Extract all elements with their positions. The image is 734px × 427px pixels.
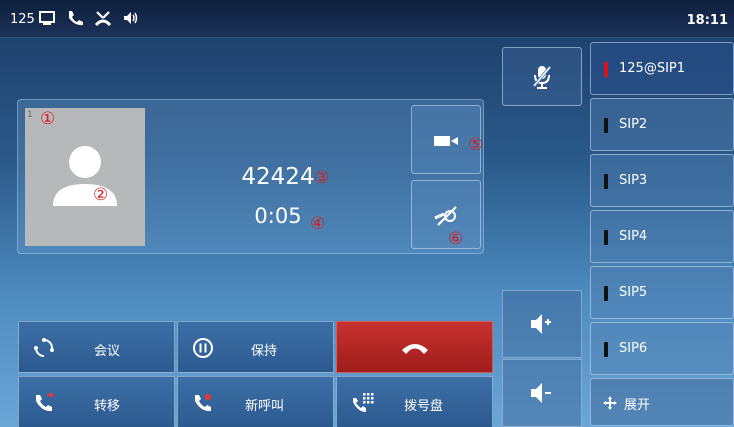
missed-call-icon [94, 11, 112, 27]
phone-handset-off-icon [39, 11, 55, 25]
callout-marker-5: ⑤ [468, 135, 484, 155]
mute-button[interactable] [502, 47, 582, 106]
line-keys: 125@SIP1 SIP2 SIP3 SIP4 SIP5 SIP6 展开 [590, 42, 734, 426]
dialpad-icon [353, 393, 374, 412]
transfer-button[interactable]: 转移 [18, 376, 175, 427]
new-call-label: 新呼叫 [245, 399, 285, 414]
volume-up-button[interactable] [502, 290, 582, 358]
line-status-led [604, 174, 608, 189]
status-bar: 125 18:11 [0, 0, 734, 38]
callout-marker-2: ② [93, 185, 109, 205]
end-call-button[interactable] [336, 321, 493, 373]
expand-label: 展开 [624, 398, 651, 413]
line-key-5[interactable]: SIP5 [590, 266, 734, 319]
hd-audio-icon [434, 206, 457, 226]
new-call-icon [195, 394, 211, 412]
new-call-button[interactable]: 新呼叫 [177, 376, 334, 427]
hd-audio-button[interactable] [411, 180, 481, 249]
status-icons [38, 9, 140, 27]
volume-down-icon [531, 383, 551, 403]
callout-marker-4: ④ [310, 214, 326, 234]
speaker-icon [124, 12, 138, 24]
line-label: SIP3 [619, 173, 648, 188]
call-icon [69, 11, 83, 26]
line-key-1[interactable]: 125@SIP1 [590, 42, 734, 95]
conference-label: 会议 [94, 344, 121, 359]
conference-icon [34, 338, 54, 357]
line-status-led [604, 118, 608, 133]
line-label: SIP6 [619, 341, 648, 356]
dialpad-button[interactable]: 拨号盘 [336, 376, 493, 427]
callout-marker-3: ③ [314, 168, 330, 188]
line-key-3[interactable]: SIP3 [590, 154, 734, 207]
hold-label: 保持 [251, 344, 278, 359]
line-label: SIP2 [619, 117, 648, 132]
call-info-panel: 1 ① ② 42424 ③ 0:05 ④ ⑤ ⑥ [17, 99, 484, 254]
callout-marker-1: ① [40, 109, 56, 129]
expand-arrows-icon [603, 396, 617, 410]
hold-button[interactable]: 保持 [177, 321, 334, 373]
volume-up-icon [531, 314, 551, 334]
line-key-6[interactable]: SIP6 [590, 322, 734, 375]
line-status-led [604, 342, 608, 357]
line-status-led [604, 286, 608, 301]
transfer-call-icon [36, 392, 55, 412]
callout-marker-6: ⑥ [448, 229, 464, 249]
line-status-led [604, 62, 608, 77]
video-camera-icon [434, 136, 458, 146]
extension-number: 125 [10, 12, 35, 27]
line-label: SIP4 [619, 229, 648, 244]
conference-button[interactable]: 会议 [18, 321, 175, 373]
microphone-mute-icon [532, 66, 552, 89]
avatar-index: 1 [27, 110, 33, 120]
line-status-led [604, 230, 608, 245]
transfer-label: 转移 [94, 399, 121, 414]
line-key-4[interactable]: SIP4 [590, 210, 734, 263]
line-label: SIP5 [619, 285, 648, 300]
expand-button[interactable]: 展开 [590, 378, 734, 426]
volume-down-button[interactable] [502, 359, 582, 427]
clock: 18:11 [686, 13, 728, 28]
hang-up-icon [402, 344, 428, 354]
dialpad-label: 拨号盘 [404, 399, 444, 414]
pause-icon [193, 338, 213, 358]
line-key-2[interactable]: SIP2 [590, 98, 734, 151]
line-label: 125@SIP1 [619, 61, 686, 76]
